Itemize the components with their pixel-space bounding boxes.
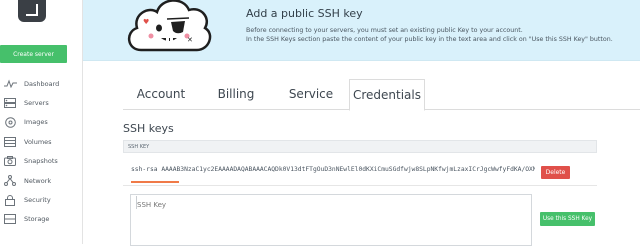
server-icon <box>3 98 17 109</box>
sidebar-item-label: Snapshots <box>24 157 58 166</box>
tab-billing[interactable]: Billing <box>199 79 273 108</box>
sidebar-item-volumes[interactable]: Volumes <box>0 132 82 151</box>
section-title: SSH keys <box>123 122 174 135</box>
sidebar-item-label: Network <box>24 176 52 185</box>
sidebar-item-security[interactable]: Security <box>0 190 82 209</box>
sidebar-item-dashboard[interactable]: Dashboard <box>0 74 82 93</box>
logo-mark <box>26 4 38 16</box>
sidebar-item-label: Servers <box>24 99 49 108</box>
textarea-cursor <box>136 196 137 209</box>
images-icon <box>3 117 17 128</box>
pulse-icon <box>3 79 17 89</box>
sidebar-item-storage[interactable]: Storage <box>0 210 82 229</box>
ssh-key-row: ssh-rsa AAAAB3NzaC1yc2EAAAADAQABAAACAQDk… <box>123 157 597 186</box>
sidebar-item-label: Dashboard <box>24 79 60 88</box>
ssh-key-input[interactable] <box>130 194 532 246</box>
camera-icon <box>3 156 17 167</box>
sidebar-item-label: Images <box>24 118 48 127</box>
sidebar-item-network[interactable]: Network <box>0 171 82 190</box>
settings-tabs: Account Billing Service Credentials <box>123 79 640 111</box>
lock-icon <box>3 194 17 206</box>
tab-account[interactable]: Account <box>123 79 199 108</box>
use-ssh-key-button[interactable]: Use this SSH Key <box>540 212 595 226</box>
volumes-icon <box>3 136 17 147</box>
sidebar-item-label: Security <box>24 196 51 205</box>
ssh-info-banner: ♥ ✕ Add a public SSH key Before connecti… <box>83 0 640 61</box>
sidebar: Create server Dashboard Servers Images V… <box>0 0 83 244</box>
key-row-accent <box>131 181 179 183</box>
banner-description: Before connecting to your servers, you m… <box>246 27 636 44</box>
sidebar-item-snapshots[interactable]: Snapshots <box>0 152 82 171</box>
svg-text:♥: ♥ <box>143 18 149 26</box>
sidebar-nav: Dashboard Servers Images Volumes Snapsho… <box>0 74 82 229</box>
network-icon <box>3 175 17 187</box>
ssh-key-column-header: SSH KEY <box>123 140 597 153</box>
sidebar-item-label: Storage <box>24 215 50 224</box>
banner-desc-line-2: In the SSH Keys section paste the conten… <box>246 35 613 43</box>
cloud-mascot-icon: ♥ ✕ <box>128 0 212 52</box>
sidebar-item-label: Volumes <box>24 137 52 146</box>
tab-service[interactable]: Service <box>273 79 349 108</box>
banner-title: Add a public SSH key <box>246 7 363 20</box>
sidebar-item-servers[interactable]: Servers <box>0 93 82 112</box>
storage-icon <box>3 214 17 225</box>
tab-credentials[interactable]: Credentials <box>349 79 425 111</box>
banner-desc-line-1: Before connecting to your servers, you m… <box>246 27 523 34</box>
app-logo[interactable] <box>18 0 46 22</box>
ssh-key-value: ssh-rsa AAAAB3NzaC1yc2EAAAADAQABAAACAQDk… <box>131 166 535 173</box>
svg-text:✕: ✕ <box>187 36 193 44</box>
sidebar-item-images[interactable]: Images <box>0 113 82 132</box>
create-server-button[interactable]: Create server <box>0 45 67 63</box>
delete-button[interactable]: Delete <box>541 166 570 179</box>
